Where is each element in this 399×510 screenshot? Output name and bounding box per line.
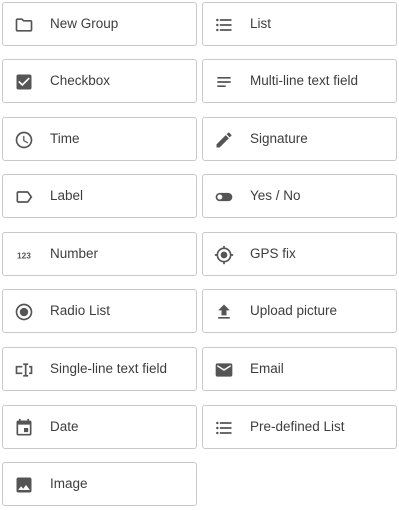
image-icon — [14, 475, 34, 495]
text-cursor-icon — [14, 360, 34, 380]
yes-no-button[interactable]: Yes / No — [202, 174, 397, 218]
gps-crosshair-icon — [214, 245, 234, 265]
time-button[interactable]: Time — [2, 117, 197, 161]
field-type-palette: New Group List Checkbox Multi-line text … — [0, 0, 399, 510]
date-button[interactable]: Date — [2, 405, 197, 449]
image-button[interactable]: Image — [2, 462, 197, 506]
checkbox-label: Checkbox — [50, 73, 111, 88]
upload-picture-label: Upload picture — [250, 303, 338, 318]
multi-line-text-field-button[interactable]: Multi-line text field — [202, 59, 397, 103]
radio-button-icon — [14, 302, 34, 322]
single-line-text-field-button[interactable]: Single-line text field — [2, 347, 197, 391]
new-group-label: New Group — [50, 16, 119, 31]
tag-icon — [14, 187, 34, 207]
bulleted-list-icon — [214, 15, 234, 35]
pen-icon — [214, 130, 234, 150]
envelope-icon — [214, 360, 234, 380]
signature-label: Signature — [250, 131, 308, 146]
toggle-icon — [214, 187, 234, 207]
radio-list-button[interactable]: Radio List — [2, 289, 197, 333]
checkbox-button[interactable]: Checkbox — [2, 59, 197, 103]
upload-icon — [214, 302, 234, 322]
clock-icon — [14, 130, 34, 150]
multi-line-text-field-label: Multi-line text field — [250, 73, 359, 88]
list-button[interactable]: List — [202, 2, 397, 46]
time-label: Time — [50, 131, 80, 146]
number-button[interactable]: 123 Number — [2, 232, 197, 276]
radio-list-label: Radio List — [50, 303, 111, 318]
bulleted-list-icon — [214, 418, 234, 438]
image-label: Image — [50, 476, 88, 491]
svg-text:123: 123 — [17, 250, 31, 260]
upload-picture-button[interactable]: Upload picture — [202, 289, 397, 333]
multiline-text-icon — [214, 72, 234, 92]
email-label: Email — [250, 361, 284, 376]
number-123-icon: 123 — [14, 245, 34, 265]
gps-fix-button[interactable]: GPS fix — [202, 232, 397, 276]
single-line-text-field-label: Single-line text field — [50, 361, 168, 376]
list-label: List — [250, 16, 272, 31]
yes-no-label: Yes / No — [250, 188, 301, 203]
signature-button[interactable]: Signature — [202, 117, 397, 161]
number-label: Number — [50, 246, 99, 261]
pre-defined-list-button[interactable]: Pre-defined List — [202, 405, 397, 449]
gps-fix-label: GPS fix — [250, 246, 296, 261]
email-button[interactable]: Email — [202, 347, 397, 391]
label-label: Label — [50, 188, 84, 203]
calendar-icon — [14, 418, 34, 438]
new-group-button[interactable]: New Group — [2, 2, 197, 46]
checked-checkbox-icon — [14, 72, 34, 92]
label-button[interactable]: Label — [2, 174, 197, 218]
date-label: Date — [50, 419, 79, 434]
folder-icon — [14, 15, 34, 35]
pre-defined-list-label: Pre-defined List — [250, 419, 345, 434]
